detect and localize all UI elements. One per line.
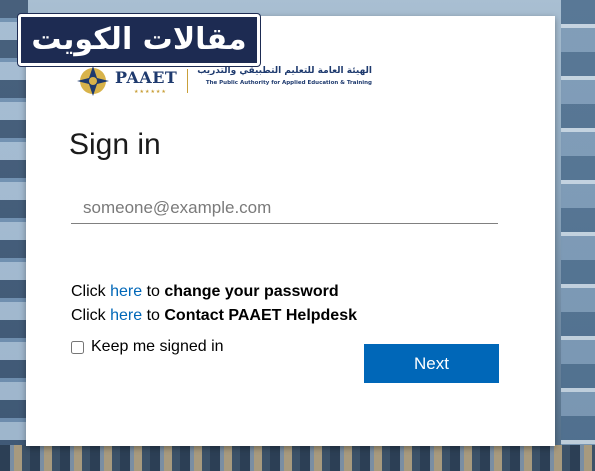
- change-password-text: change your password: [164, 283, 339, 300]
- next-button[interactable]: Next: [364, 344, 499, 383]
- page-title: Sign in: [69, 128, 161, 161]
- helpdesk-link[interactable]: here: [110, 307, 142, 324]
- background-ground: [0, 445, 595, 471]
- helpdesk-line: Click here to Contact PAAET Helpdesk: [71, 307, 357, 325]
- line-prefix: Click: [71, 307, 111, 324]
- paaet-emblem-icon: [77, 66, 109, 96]
- change-password-link[interactable]: here: [110, 283, 142, 300]
- background-building-left: [0, 0, 28, 471]
- line-prefix: Click: [71, 283, 111, 300]
- signin-card: PAAET ★★★★★★ الهيئة العامة للتعليم التطب…: [26, 16, 555, 446]
- watermark-logo: مقالات الكويت: [18, 14, 260, 66]
- logo-stars-icon: ★★★★★★: [134, 89, 167, 95]
- paaet-logo: PAAET ★★★★★★ الهيئة العامة للتعليم التطب…: [74, 63, 374, 99]
- logo-brand: PAAET: [115, 68, 178, 87]
- line-middle: to: [142, 283, 165, 300]
- watermark-text: مقالات الكويت: [31, 22, 247, 57]
- change-password-line: Click here to change your password: [71, 283, 339, 301]
- background-building-right: [561, 0, 595, 471]
- keep-signed-in-checkbox[interactable]: [71, 340, 84, 354]
- logo-arabic-name: الهيئة العامة للتعليم التطبيقي والتدريب: [197, 66, 372, 76]
- logo-english-name: The Public Authority for Applied Educati…: [205, 80, 372, 86]
- keep-signed-in[interactable]: Keep me signed in: [71, 338, 224, 356]
- line-middle: to: [142, 307, 165, 324]
- keep-signed-in-label: Keep me signed in: [91, 338, 224, 355]
- email-field[interactable]: [71, 192, 498, 224]
- helpdesk-text: Contact PAAET Helpdesk: [164, 307, 357, 324]
- logo-divider: [187, 69, 188, 93]
